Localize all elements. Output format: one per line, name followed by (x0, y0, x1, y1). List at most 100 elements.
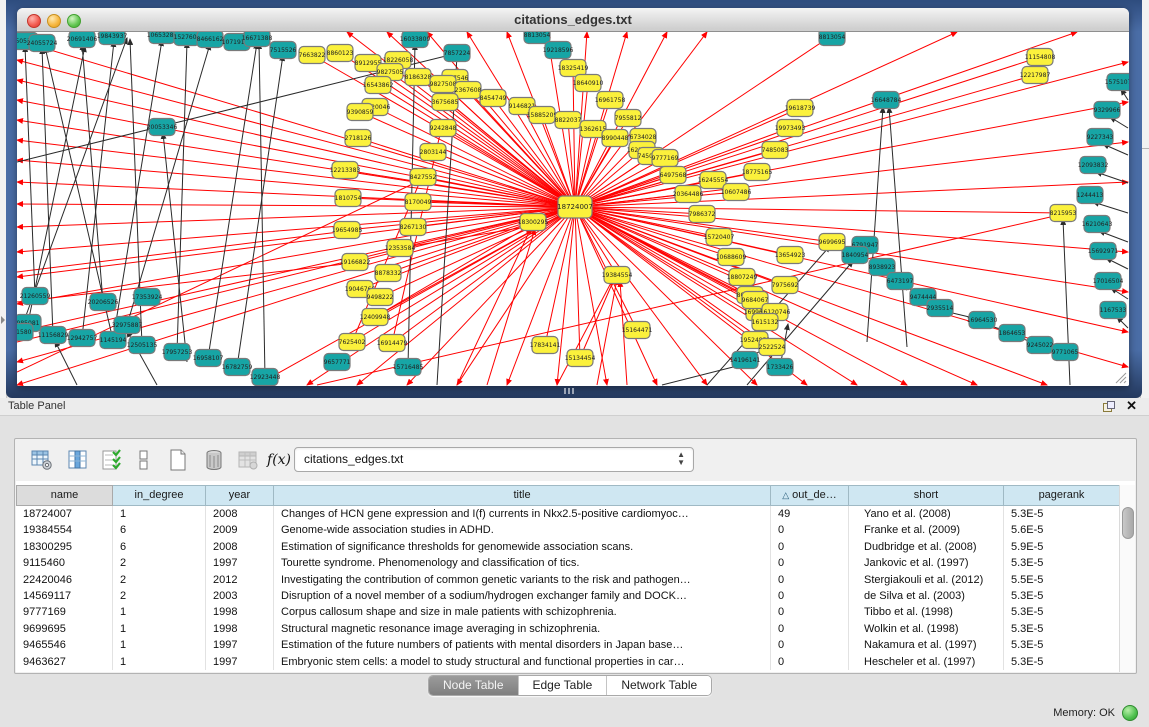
table-cell[interactable]: 9465546 (16, 637, 113, 653)
network-node[interactable]: 19654985 (332, 222, 363, 239)
table-cell[interactable]: 1997 (206, 555, 274, 571)
network-node[interactable]: 18300295 (518, 214, 549, 231)
table-cell[interactable]: 49 (771, 506, 849, 522)
network-node[interactable]: 8813054 (819, 32, 846, 46)
table-cell[interactable]: 14569117 (16, 588, 113, 604)
network-node[interactable]: 1810754 (335, 190, 362, 207)
table-cell[interactable]: 0 (771, 522, 849, 538)
panel-splitter-handle[interactable] (564, 388, 576, 394)
table-row[interactable]: 969969511998Structural magnetic resonanc… (16, 621, 1120, 637)
network-node[interactable]: 12923448 (250, 369, 281, 386)
network-node[interactable]: 9827508 (430, 76, 457, 93)
table-cell[interactable]: 5.3E-5 (1004, 621, 1120, 637)
table-cell[interactable]: Nakamura et al. (1997) (849, 637, 1004, 653)
network-node[interactable]: 11156829 (38, 327, 69, 344)
network-node[interactable]: 1864653 (999, 325, 1026, 342)
network-node[interactable]: 15885209 (527, 107, 558, 124)
network-node[interactable]: 15751074 (1105, 74, 1129, 91)
row-height-icon[interactable] (133, 448, 155, 472)
table-cell[interactable]: Tourette syndrome. Phenomenology and cla… (274, 555, 771, 571)
table-cell[interactable]: 18300295 (16, 539, 113, 555)
network-node[interactable]: 15164471 (622, 322, 653, 339)
table-cell[interactable]: 5.3E-5 (1004, 506, 1120, 522)
table-cell[interactable]: 0 (771, 572, 849, 588)
table-cell[interactable]: Disruption of a novel member of a sodium… (274, 588, 771, 604)
table-row[interactable]: 1456911722003Disruption of a novel membe… (16, 588, 1120, 604)
table-row[interactable]: 946362711997Embryonic stem cells: a mode… (16, 654, 1120, 670)
network-node[interactable]: 19384554 (602, 267, 633, 284)
network-node[interactable]: 7986372 (689, 206, 716, 223)
network-node[interactable]: 20691406 (67, 32, 98, 48)
table-cell[interactable]: Investigating the contribution of common… (274, 572, 771, 588)
table-cell[interactable]: 22420046 (16, 572, 113, 588)
table-cell[interactable]: 5.3E-5 (1004, 654, 1120, 670)
table-cell[interactable]: 0 (771, 637, 849, 653)
table-cell[interactable]: 0 (771, 621, 849, 637)
table-chooser-dropdown[interactable]: citations_edges.txt ▲▼ (294, 447, 694, 472)
network-node[interactable]: 9390859 (347, 104, 374, 121)
network-node[interactable]: 15692971 (1088, 243, 1119, 260)
table-cell[interactable]: 9699695 (16, 621, 113, 637)
network-node[interactable]: 8860123 (327, 45, 354, 62)
table-cell[interactable]: 0 (771, 588, 849, 604)
table-cell[interactable]: 1 (113, 604, 206, 620)
table-cell[interactable]: Jankovic et al. (1997) (849, 555, 1004, 571)
table-cell[interactable]: 1997 (206, 637, 274, 653)
network-node[interactable]: 15716485 (393, 359, 424, 376)
close-panel-icon[interactable]: ✕ (1126, 399, 1137, 413)
table-cell[interactable]: de Silva et al. (2003) (849, 588, 1004, 604)
network-node[interactable]: 17016504 (1093, 273, 1124, 290)
table-cell[interactable]: 2 (113, 588, 206, 604)
table-row[interactable]: 1872400712008Changes of HCN gene express… (16, 506, 1120, 522)
table-cell[interactable]: Genome-wide association studies in ADHD. (274, 522, 771, 538)
table-cell[interactable]: 5.5E-5 (1004, 572, 1120, 588)
network-node[interactable]: 16964530 (967, 312, 998, 329)
network-window[interactable]: citations_edges.txt 95051352405572420691… (17, 8, 1129, 386)
network-node[interactable]: 19843937 (97, 32, 128, 45)
network-node[interactable]: 9777169 (652, 150, 679, 167)
table-cell[interactable]: 0 (771, 604, 849, 620)
table-row[interactable]: 946554611997Estimation of the future num… (16, 637, 1120, 653)
network-node[interactable]: 1167533 (1100, 302, 1127, 319)
table-cell[interactable]: 1998 (206, 621, 274, 637)
network-node[interactable]: 3675685 (432, 94, 459, 111)
table-row[interactable]: 977716911998Corpus callosum shape and si… (16, 604, 1120, 620)
table-cell[interactable]: 19384554 (16, 522, 113, 538)
network-node[interactable]: 1733426 (767, 359, 794, 376)
network-node[interactable]: 2935514 (927, 300, 954, 317)
network-node[interactable]: 12093832 (1078, 157, 1109, 174)
network-node[interactable]: 20206526 (88, 294, 119, 311)
table-cell[interactable]: 1 (113, 621, 206, 637)
table-cell[interactable]: 5.3E-5 (1004, 555, 1120, 571)
table-cell[interactable]: 2012 (206, 572, 274, 588)
tab-network-table[interactable]: Network Table (606, 676, 711, 695)
table-cell[interactable]: Changes of HCN gene expression and I(f) … (274, 506, 771, 522)
network-node[interactable]: 7955812 (615, 110, 642, 127)
window-resize-grip[interactable] (1113, 370, 1127, 384)
network-node[interactable]: 1840954 (842, 247, 869, 264)
table-cell[interactable]: 0 (771, 539, 849, 555)
network-node[interactable]: 7625402 (339, 334, 366, 351)
table-cell[interactable]: Estimation of the future numbers of pati… (274, 637, 771, 653)
vertical-scrollbar[interactable] (1119, 485, 1135, 672)
table-row[interactable]: 911546021997Tourette syndrome. Phenomeno… (16, 555, 1120, 571)
table-cell[interactable]: 0 (771, 555, 849, 571)
table-settings-icon[interactable] (31, 448, 53, 472)
table-cell[interactable]: 1 (113, 506, 206, 522)
table-cell[interactable]: 9777169 (16, 604, 113, 620)
scrollbar-thumb[interactable] (1122, 507, 1134, 539)
network-node[interactable]: 20364486 (673, 186, 704, 203)
tab-node-table[interactable]: Node Table (429, 676, 518, 695)
network-node[interactable]: 12213383 (330, 162, 361, 179)
table-cell[interactable]: 2 (113, 572, 206, 588)
network-canvas[interactable]: 9505135240557242069140619843937106532871… (17, 32, 1129, 386)
network-node[interactable]: 18807249 (727, 269, 758, 286)
network-node[interactable]: 8990448 (602, 130, 629, 147)
network-node[interactable]: 19166822 (340, 254, 371, 271)
column-header-name[interactable]: name (16, 485, 113, 506)
network-node[interactable]: 9329966 (1094, 102, 1121, 119)
table-cell[interactable]: Franke et al. (2009) (849, 522, 1004, 538)
network-node[interactable]: 8454749 (480, 90, 507, 107)
table-cell[interactable]: 2003 (206, 588, 274, 604)
network-node[interactable]: 8466162 (197, 32, 224, 48)
